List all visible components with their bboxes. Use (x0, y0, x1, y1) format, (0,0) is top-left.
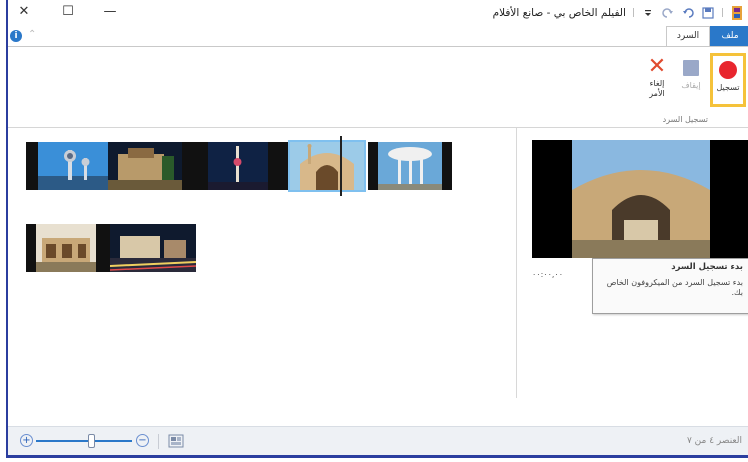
zoom-slider-thumb[interactable] (88, 434, 95, 448)
clip-thumbnail[interactable] (208, 142, 288, 190)
qat-dropdown-icon[interactable] (641, 6, 655, 20)
clip-image (208, 142, 268, 190)
playhead[interactable] (340, 136, 342, 196)
window-title: الفيلم الخاص بي - صانع الأفلام (492, 7, 626, 19)
ribbon-narration: تسجيل إيقاف ✕ إلغاء الأمر تسجيل السرد (8, 46, 748, 128)
zoom-in-icon[interactable]: + (20, 434, 33, 447)
ribbon-group-label: تسجيل السرد (662, 115, 708, 124)
maximize-icon[interactable]: ☐ (58, 2, 78, 20)
title-separator: | (631, 8, 635, 18)
zoom-out-icon[interactable]: − (136, 434, 149, 447)
status-bar: + − العنصر ٤ من ٧ (8, 426, 748, 455)
cancel-label-line1: إلغاء (649, 79, 665, 88)
cancel-label-line2: الأمر (649, 89, 665, 98)
cancel-button[interactable]: ✕ إلغاء الأمر (640, 53, 674, 103)
help-info-icon[interactable]: i (10, 30, 22, 42)
clip-thumbnail[interactable] (26, 142, 108, 190)
ribbon-tabs: i ⌃ ملف السرد (8, 26, 748, 46)
status-item-count: العنصر ٤ من ٧ (686, 436, 742, 446)
quick-access-toolbar: | | الفيلم الخاص بي - صانع الأفلام (493, 4, 744, 22)
clip-image (36, 224, 96, 272)
qat-separator: | (720, 8, 724, 18)
clip-image (290, 142, 364, 190)
tooltip-body: بدء تسجيل السرد من الميكروفون الخاص بك. (606, 278, 743, 297)
preview-timecode: ٠٠:٠٠,٠٠ (532, 270, 564, 279)
stop-label: إيقاف (681, 81, 701, 90)
clip-thumbnail[interactable] (26, 224, 110, 272)
record-narration-tooltip: بدء تسجيل السرد بدء تسجيل السرد من الميك… (592, 258, 748, 314)
clip-image (108, 142, 182, 190)
title-bar: ✕ ☐ — | | الفيلم الخاص بي - صانع الأفلام (8, 0, 748, 26)
clip-image (110, 224, 196, 272)
undo-icon[interactable] (681, 6, 695, 20)
app-window: ✕ ☐ — | | الفيلم الخاص بي - صانع الأفلام (6, 0, 748, 458)
clip-image (378, 142, 442, 190)
pane-divider[interactable] (516, 128, 517, 398)
clip-thumbnail[interactable] (368, 142, 452, 190)
clip-thumbnail-selected[interactable] (288, 140, 366, 192)
redo-icon[interactable] (661, 6, 675, 20)
app-logo-icon (730, 6, 744, 20)
clip-image (38, 142, 108, 190)
minimize-icon[interactable]: — (100, 2, 120, 20)
clip-thumbnail[interactable] (110, 224, 196, 272)
record-dot-icon (719, 61, 737, 79)
stop-square-icon (683, 60, 699, 76)
record-label: تسجيل (716, 83, 740, 92)
storyboard (8, 128, 516, 426)
status-separator (158, 434, 159, 449)
close-icon[interactable]: ✕ (14, 2, 34, 20)
video-preview[interactable] (532, 140, 748, 258)
preview-image (532, 140, 748, 258)
record-narration-button[interactable]: تسجيل (710, 53, 746, 107)
cancel-x-icon: ✕ (647, 54, 667, 79)
tab-file[interactable]: ملف (710, 26, 748, 46)
stop-button[interactable]: إيقاف (676, 53, 706, 103)
tab-narration[interactable]: السرد (666, 26, 710, 46)
tooltip-title: بدء تسجيل السرد (671, 262, 743, 272)
ribbon-collapse-icon[interactable]: ⌃ (28, 29, 36, 40)
save-icon[interactable] (701, 6, 715, 20)
clip-thumbnail[interactable] (108, 142, 208, 190)
workspace: ٠٠:٠٠,٠٠ بدء تسجيل السرد بدء تسجيل السرد… (8, 128, 748, 426)
thumbnail-size-icon[interactable] (168, 434, 184, 448)
zoom-slider-track[interactable] (36, 440, 132, 442)
